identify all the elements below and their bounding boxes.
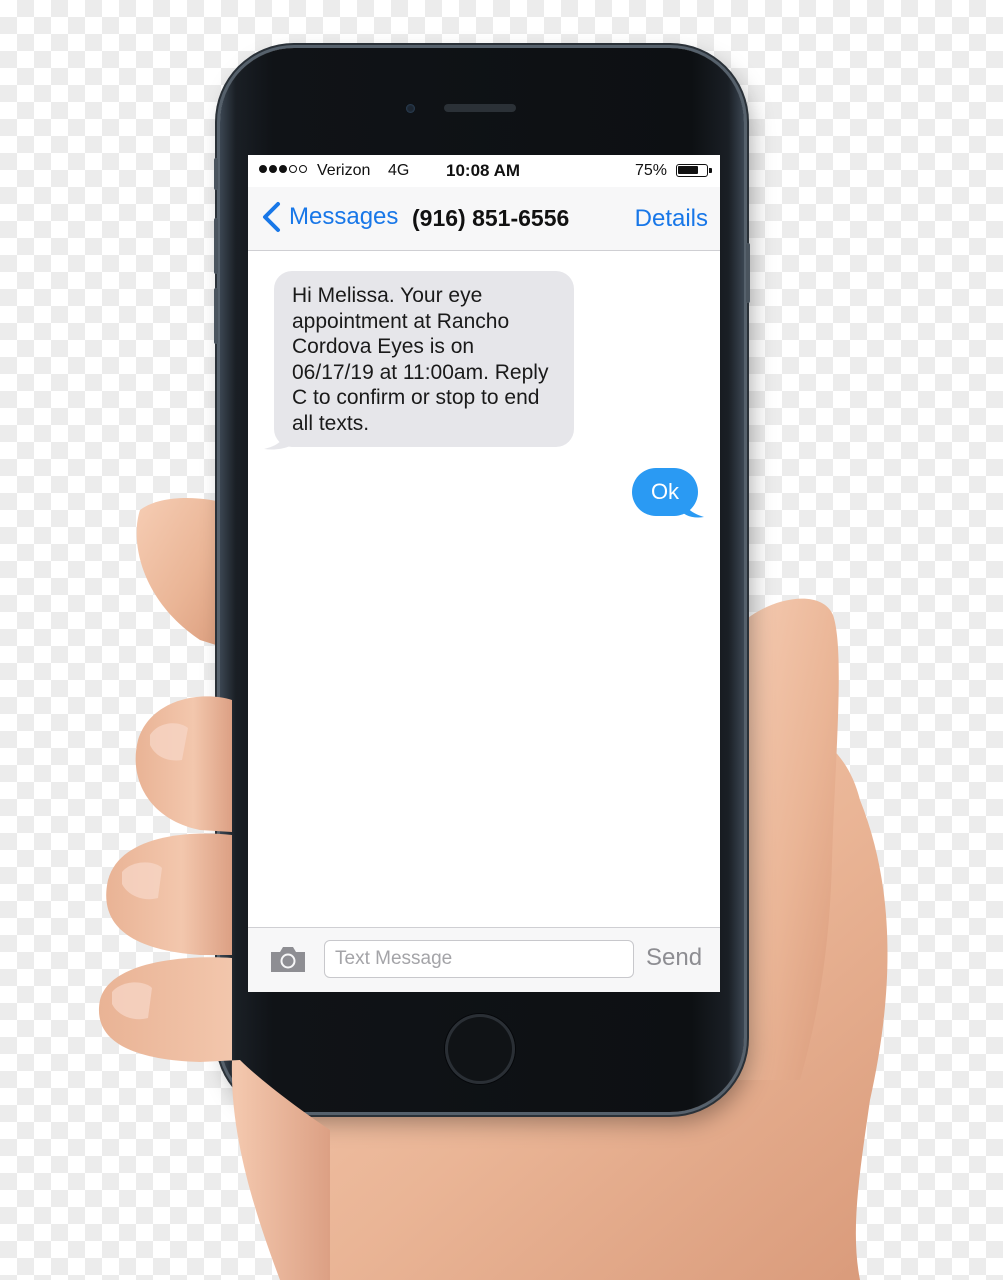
front-camera — [406, 104, 415, 113]
volume-up-button — [214, 218, 218, 274]
send-button[interactable]: Send — [646, 944, 702, 972]
mute-switch — [214, 158, 218, 190]
phone-screen: Verizon 4G 10:08 AM 75% Messages (916) 8… — [248, 155, 720, 992]
details-button[interactable]: Details — [635, 205, 708, 233]
volume-down-button — [214, 288, 218, 344]
camera-icon[interactable] — [268, 944, 308, 974]
signal-dot — [279, 165, 287, 173]
clock-time: 10:08 AM — [446, 161, 521, 180]
network-type: 4G — [388, 162, 410, 179]
back-button[interactable]: Messages — [258, 199, 398, 235]
message-thread[interactable]: Hi Melissa. Your eye appointment at Ranc… — [248, 251, 720, 927]
contact-title: (916) 851-6556 — [412, 205, 570, 231]
chevron-left-icon — [263, 202, 280, 232]
signal-dot — [299, 165, 307, 173]
back-label: Messages — [289, 203, 399, 230]
signal-dot — [259, 165, 267, 173]
signal-dot — [269, 165, 277, 173]
signal-strength-icon — [259, 165, 307, 173]
power-button — [746, 243, 750, 303]
earpiece-speaker — [444, 104, 516, 112]
message-composer: Send — [248, 927, 720, 992]
battery-icon — [676, 164, 712, 177]
conversation-header: Messages (916) 851-6556 Details — [248, 187, 720, 251]
message-input[interactable] — [324, 940, 634, 978]
signal-dot — [289, 165, 297, 173]
outgoing-message[interactable]: Ok — [632, 468, 698, 516]
carrier-name: Verizon — [317, 162, 371, 179]
battery-tip — [709, 168, 712, 173]
status-bar: Verizon 4G 10:08 AM 75% — [248, 155, 720, 187]
incoming-message[interactable]: Hi Melissa. Your eye appointment at Ranc… — [274, 271, 574, 447]
battery-level — [678, 166, 698, 174]
battery-percent: 75% — [635, 162, 668, 179]
home-button[interactable] — [445, 1014, 515, 1084]
